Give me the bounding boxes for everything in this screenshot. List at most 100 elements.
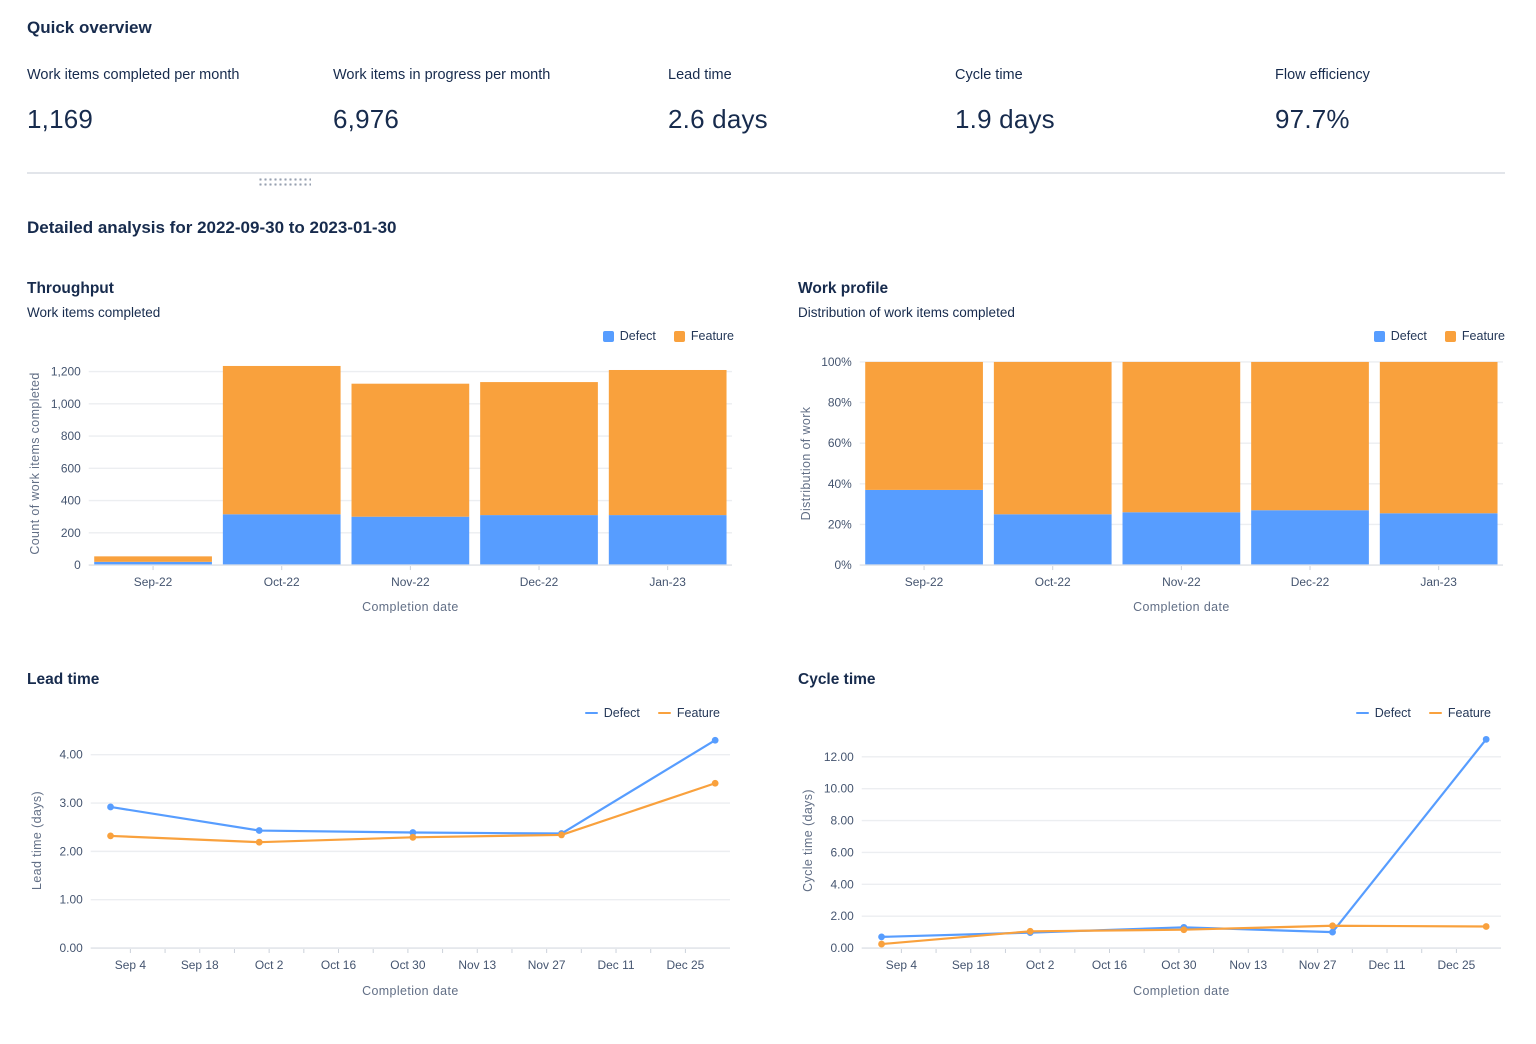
svg-text:Oct 16: Oct 16 <box>1092 958 1128 972</box>
quick-overview-section: Quick overview Work items completed per … <box>27 18 1505 135</box>
metric-value: 2.6 days <box>668 104 955 135</box>
point-defect-0[interactable] <box>878 933 885 940</box>
point-defect-1[interactable] <box>256 827 263 834</box>
svg-text:Nov-22: Nov-22 <box>391 575 430 589</box>
svg-text:Jan-23: Jan-23 <box>649 575 686 589</box>
work-profile-panel: Work profile Distribution of work items … <box>798 280 1505 613</box>
point-feature-2[interactable] <box>409 834 416 841</box>
svg-text:Distribution of work: Distribution of work <box>799 406 813 520</box>
throughput-chart[interactable]: 02004006008001,0001,200Sep-22Oct-22Nov-2… <box>27 346 734 613</box>
svg-text:600: 600 <box>61 461 81 475</box>
bar-nov-22-feature[interactable] <box>1123 362 1241 512</box>
bar-nov-22-defect[interactable] <box>1123 512 1241 565</box>
svg-text:Sep 4: Sep 4 <box>115 958 147 972</box>
bar-dec-22-feature[interactable] <box>1251 362 1369 510</box>
throughput-panel: Throughput Work items completed Defect Fe… <box>27 280 734 613</box>
bar-dec-22-defect[interactable] <box>1251 510 1369 565</box>
bar-nov-22-defect[interactable] <box>352 517 470 565</box>
legend-item-defect[interactable]: Defect <box>603 329 656 343</box>
bar-nov-22-feature[interactable] <box>352 384 470 517</box>
point-feature-0[interactable] <box>878 941 885 948</box>
point-feature-0[interactable] <box>107 832 114 839</box>
metrics-row: Work items completed per month 1,169 Wor… <box>27 67 1505 135</box>
svg-text:Sep 18: Sep 18 <box>952 958 990 972</box>
bar-jan-23-defect[interactable] <box>609 515 727 565</box>
bar-dec-22-defect[interactable] <box>480 515 598 565</box>
panel-resize-handle[interactable] <box>258 177 311 187</box>
metric-label: Work items in progress per month <box>333 67 668 83</box>
svg-text:1,200: 1,200 <box>51 365 81 379</box>
svg-text:Nov 27: Nov 27 <box>528 958 566 972</box>
svg-text:Sep-22: Sep-22 <box>905 575 944 589</box>
quick-overview-title: Quick overview <box>27 18 1505 38</box>
bar-jan-23-defect[interactable] <box>1380 513 1498 565</box>
metric-label: Work items completed per month <box>27 67 333 83</box>
lead-time-legend: Defect Feature <box>27 706 734 720</box>
legend-item-feature[interactable]: Feature <box>1429 706 1491 720</box>
legend-item-feature[interactable]: Feature <box>658 706 720 720</box>
legend-swatch-feature <box>1429 712 1442 715</box>
legend-item-feature[interactable]: Feature <box>1445 329 1505 343</box>
legend-swatch-defect <box>603 331 614 342</box>
bar-oct-22-defect[interactable] <box>994 514 1112 565</box>
legend-item-defect[interactable]: Defect <box>1374 329 1427 343</box>
svg-text:Dec 25: Dec 25 <box>1437 958 1475 972</box>
svg-text:Sep 4: Sep 4 <box>886 958 918 972</box>
panel-title: Lead time <box>27 671 734 689</box>
bar-jan-23-feature[interactable] <box>609 370 727 515</box>
point-defect-4[interactable] <box>712 737 719 744</box>
svg-text:4.00: 4.00 <box>831 877 855 891</box>
panel-title: Throughput <box>27 280 734 298</box>
svg-text:10.00: 10.00 <box>824 782 854 796</box>
metric-value: 1,169 <box>27 104 333 135</box>
legend-label: Defect <box>620 329 656 343</box>
legend-item-defect[interactable]: Defect <box>585 706 640 720</box>
panel-title: Cycle time <box>798 671 1505 689</box>
bar-oct-22-feature[interactable] <box>994 362 1112 514</box>
svg-text:Oct-22: Oct-22 <box>264 575 300 589</box>
panel-subtitle: Work items completed <box>27 305 734 320</box>
bar-oct-22-defect[interactable] <box>223 514 341 565</box>
point-feature-1[interactable] <box>1027 928 1034 935</box>
point-feature-2[interactable] <box>1180 926 1187 933</box>
point-feature-4[interactable] <box>1483 923 1490 930</box>
bar-jan-23-feature[interactable] <box>1380 362 1498 513</box>
dashboard-page: Quick overview Work items completed per … <box>0 0 1536 1008</box>
work-profile-chart[interactable]: 0%20%40%60%80%100%Sep-22Oct-22Nov-22Dec-… <box>798 346 1505 613</box>
cycle-time-chart[interactable]: 0.002.004.006.008.0010.0012.00Sep 4Sep 1… <box>798 723 1505 1008</box>
point-defect-0[interactable] <box>107 803 114 810</box>
point-defect-4[interactable] <box>1483 736 1490 743</box>
bar-sep-22-feature[interactable] <box>94 556 212 561</box>
legend-swatch-feature <box>674 331 685 342</box>
metric-label: Flow efficiency <box>1275 67 1505 83</box>
legend-label: Defect <box>604 706 640 720</box>
svg-text:Dec-22: Dec-22 <box>1291 575 1330 589</box>
svg-text:Count of work items completed: Count of work items completed <box>28 372 42 554</box>
legend-label: Feature <box>691 329 734 343</box>
lead-time-chart[interactable]: 0.001.002.003.004.00Sep 4Sep 18Oct 2Oct … <box>27 723 734 1008</box>
svg-text:800: 800 <box>61 429 81 443</box>
svg-text:6.00: 6.00 <box>831 845 855 859</box>
svg-text:12.00: 12.00 <box>824 750 854 764</box>
point-feature-3[interactable] <box>558 831 565 838</box>
legend-label: Feature <box>1448 706 1491 720</box>
bar-sep-22-feature[interactable] <box>865 362 983 490</box>
legend-swatch-feature <box>1445 331 1456 342</box>
svg-text:1,000: 1,000 <box>51 397 81 411</box>
legend-label: Feature <box>677 706 720 720</box>
legend-swatch-feature <box>658 712 671 715</box>
svg-text:Cycle time (days): Cycle time (days) <box>801 789 815 892</box>
metric-value: 1.9 days <box>955 104 1275 135</box>
bar-oct-22-feature[interactable] <box>223 366 341 514</box>
point-feature-4[interactable] <box>712 780 719 787</box>
lead-time-panel: Lead time Defect Feature 0.001.002.003.00… <box>27 671 734 1008</box>
point-feature-1[interactable] <box>256 839 263 846</box>
bar-dec-22-feature[interactable] <box>480 382 598 515</box>
legend-item-defect[interactable]: Defect <box>1356 706 1411 720</box>
metric-in-progress-per-month: Work items in progress per month 6,976 <box>333 67 668 135</box>
point-defect-3[interactable] <box>1329 929 1336 936</box>
point-feature-3[interactable] <box>1329 922 1336 929</box>
svg-text:3.00: 3.00 <box>60 796 84 810</box>
bar-sep-22-defect[interactable] <box>865 490 983 565</box>
legend-item-feature[interactable]: Feature <box>674 329 734 343</box>
